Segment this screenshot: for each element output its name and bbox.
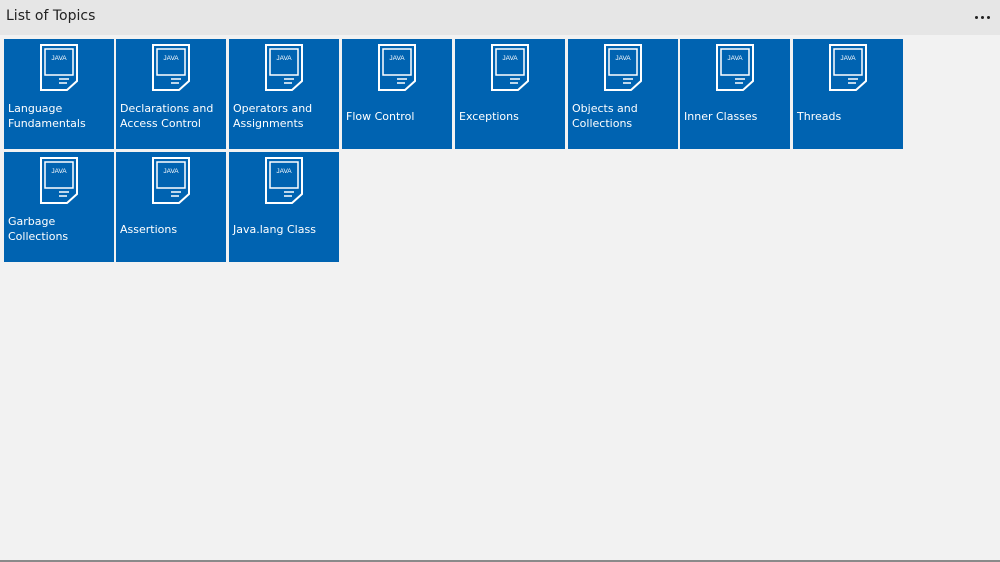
svg-text:JAVA: JAVA (276, 55, 292, 62)
tile-label: Operators and Assignments (233, 102, 313, 130)
title-bar: List of Topics (0, 0, 1000, 35)
java-file-icon: JAVA (265, 157, 303, 204)
tile-label: Flow Control (346, 109, 415, 123)
svg-text:JAVA: JAVA (276, 168, 292, 175)
java-file-icon: JAVA (378, 44, 416, 91)
topic-tile-java-lang-class[interactable]: JAVA Java.lang Class (229, 152, 339, 262)
svg-text:JAVA: JAVA (163, 55, 179, 62)
topic-tile-assertions[interactable]: JAVA Assertions (116, 152, 226, 262)
topic-tile-objects-collections[interactable]: JAVA Objects and Collections (568, 39, 678, 149)
tile-label: Language Fundamentals (8, 102, 86, 130)
tile-label: Inner Classes (684, 109, 758, 123)
more-dot (986, 15, 990, 19)
svg-text:JAVA: JAVA (51, 55, 67, 62)
topic-tile-flow-control[interactable]: JAVA Flow Control (342, 39, 452, 149)
java-file-icon: JAVA (829, 44, 867, 91)
svg-text:JAVA: JAVA (163, 168, 179, 175)
svg-text:JAVA: JAVA (727, 55, 743, 62)
topic-tile-inner-classes[interactable]: JAVA Inner Classes (680, 39, 790, 149)
tile-label: Assertions (120, 222, 178, 236)
svg-text:JAVA: JAVA (502, 55, 518, 62)
more-dot (980, 15, 984, 19)
java-file-icon: JAVA (265, 44, 303, 91)
svg-text:JAVA: JAVA (51, 168, 67, 175)
more-options-icon[interactable] (968, 4, 996, 30)
tile-label: Objects and Collections (572, 102, 638, 130)
tile-label: Garbage Collections (8, 215, 69, 243)
topic-tile-declarations[interactable]: JAVA Declarations and Access Control (116, 39, 226, 149)
tile-label: Threads (797, 109, 842, 123)
tile-label: Java.lang Class (233, 222, 316, 236)
page-title: List of Topics (6, 8, 96, 24)
java-file-icon: JAVA (40, 157, 78, 204)
java-file-icon: JAVA (40, 44, 78, 91)
svg-text:JAVA: JAVA (615, 55, 631, 62)
java-file-icon: JAVA (152, 157, 190, 204)
tile-label: Declarations and Access Control (120, 102, 214, 130)
topic-tile-operators[interactable]: JAVA Operators and Assignments (229, 39, 339, 149)
topic-tile-threads[interactable]: JAVA Threads (793, 39, 903, 149)
topic-tile-exceptions[interactable]: JAVA Exceptions (455, 39, 565, 149)
svg-text:JAVA: JAVA (840, 55, 856, 62)
tile-label: Exceptions (459, 109, 519, 123)
java-file-icon: JAVA (491, 44, 529, 91)
more-dot (974, 15, 978, 19)
topic-tile-garbage-collections[interactable]: JAVA Garbage Collections (4, 152, 114, 262)
topic-tile-language-fundamentals[interactable]: JAVA Language Fundamentals (4, 39, 114, 149)
java-file-icon: JAVA (152, 44, 190, 91)
java-file-icon: JAVA (604, 44, 642, 91)
java-file-icon: JAVA (716, 44, 754, 91)
svg-text:JAVA: JAVA (389, 55, 405, 62)
